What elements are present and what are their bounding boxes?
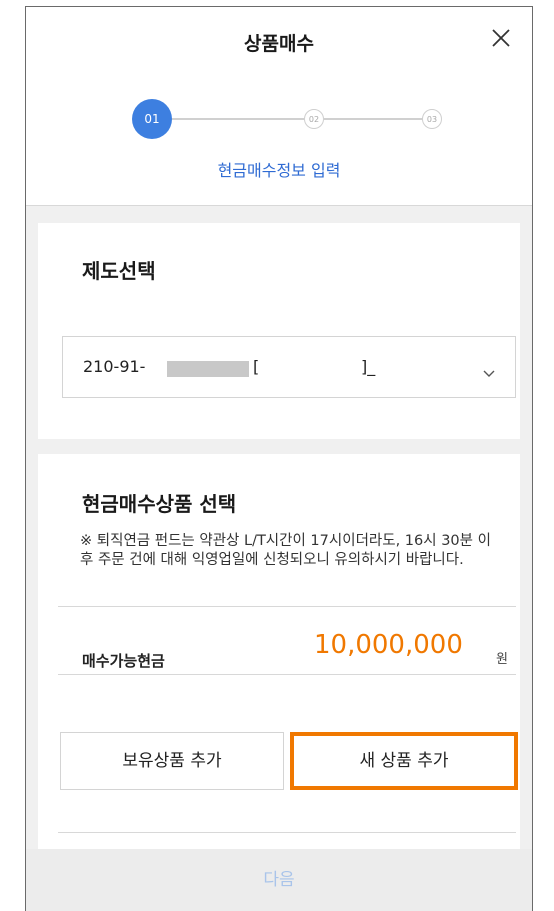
- add-new-product-button[interactable]: 새 상품 추가: [290, 732, 518, 790]
- step-2: 02: [304, 109, 324, 129]
- divider: [58, 832, 516, 833]
- step-connector: [172, 118, 304, 120]
- cash-unit: 원: [496, 652, 508, 667]
- notice-text: ※ 퇴직연금 펀드는 약관상 L/T시간이 17시이더라도, 16시 30분 이…: [80, 533, 491, 568]
- account-number-prefix: 210-91-: [83, 357, 146, 376]
- close-icon[interactable]: [484, 21, 518, 55]
- masked-account-digits: [167, 361, 249, 377]
- cash-label: 매수가능현금: [82, 652, 165, 670]
- cash-value: 10,000,000: [314, 630, 463, 660]
- step-1: 01: [132, 99, 172, 139]
- account-select[interactable]: 210-91- [ ]_: [62, 336, 516, 398]
- divider: [58, 606, 516, 607]
- next-button[interactable]: 다음: [26, 849, 532, 911]
- account-name-bracket: [ ]_: [253, 357, 376, 376]
- step-indicator: 01 02 03: [132, 99, 442, 139]
- product-section-title: 현금매수상품 선택: [82, 492, 237, 516]
- step-connector: [324, 118, 426, 120]
- chevron-down-icon: [483, 363, 495, 377]
- header: 상품매수 01 02 03 현금매수정보 입력: [26, 7, 532, 206]
- phone-screen: 상품매수 01 02 03 현금매수정보 입력 제도선택 210-91- [ ]…: [25, 6, 533, 911]
- product-select-card: 현금매수상품 선택 ※ 퇴직연금 펀드는 약관상 L/T시간이 17시이더라도,…: [38, 454, 520, 854]
- page-title: 상품매수: [244, 33, 314, 55]
- divider: [58, 674, 516, 675]
- step-3: 03: [422, 109, 442, 129]
- add-held-product-button[interactable]: 보유상품 추가: [60, 732, 284, 790]
- system-section-title: 제도선택: [82, 259, 156, 283]
- current-step-label: 현금매수정보 입력: [217, 161, 341, 180]
- system-select-card: 제도선택 210-91- [ ]_: [38, 223, 520, 439]
